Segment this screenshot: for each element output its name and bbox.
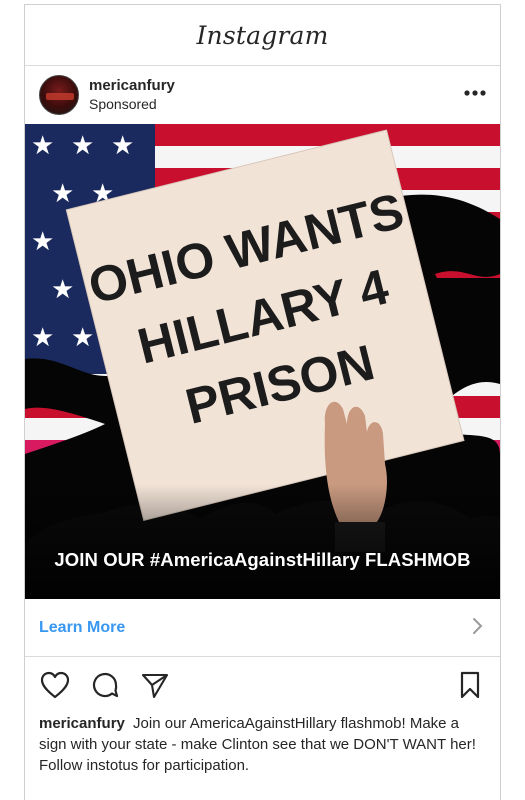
sponsored-label: Sponsored bbox=[89, 96, 157, 112]
svg-text:★: ★ bbox=[71, 131, 94, 161]
learn-more-row[interactable]: Learn More bbox=[25, 599, 500, 657]
share-icon[interactable] bbox=[139, 669, 171, 701]
caption-username[interactable]: mericanfury bbox=[39, 715, 125, 732]
svg-text:★: ★ bbox=[51, 275, 74, 305]
post-image-art: ★ ★ ★ ★ ★ ★ ★ ★ ★ ★ ★ bbox=[25, 124, 500, 599]
user-meta: mericanfury Sponsored bbox=[89, 77, 464, 113]
action-bar bbox=[25, 657, 500, 713]
bookmark-icon[interactable] bbox=[454, 669, 486, 701]
avatar[interactable] bbox=[39, 75, 79, 115]
svg-text:★: ★ bbox=[71, 323, 94, 353]
svg-text:★: ★ bbox=[111, 131, 134, 161]
more-options-icon[interactable] bbox=[464, 84, 486, 106]
comment-icon[interactable] bbox=[89, 669, 121, 701]
post-header: mericanfury Sponsored bbox=[25, 66, 500, 124]
instagram-logo[interactable]: Instagram bbox=[196, 21, 328, 50]
top-bar: Instagram bbox=[25, 5, 500, 66]
image-overlay-text: JOIN OUR #AmericaAgainstHillary FLASHMOB bbox=[54, 549, 471, 570]
svg-text:★: ★ bbox=[51, 179, 74, 209]
learn-more-link[interactable]: Learn More bbox=[39, 619, 125, 637]
post-username[interactable]: mericanfury bbox=[89, 77, 464, 95]
post-image[interactable]: ★ ★ ★ ★ ★ ★ ★ ★ ★ ★ ★ bbox=[25, 124, 500, 599]
post-caption: mericanfury Join our AmericaAgainstHilla… bbox=[25, 713, 500, 776]
chevron-right-icon[interactable] bbox=[472, 615, 484, 641]
instagram-app-frame: Instagram mericanfury Sponsored ★ ★ ★ ★ … bbox=[24, 4, 501, 800]
svg-text:★: ★ bbox=[31, 131, 54, 161]
svg-text:★: ★ bbox=[31, 227, 54, 257]
heart-icon[interactable] bbox=[39, 669, 71, 701]
svg-text:★: ★ bbox=[31, 323, 54, 353]
